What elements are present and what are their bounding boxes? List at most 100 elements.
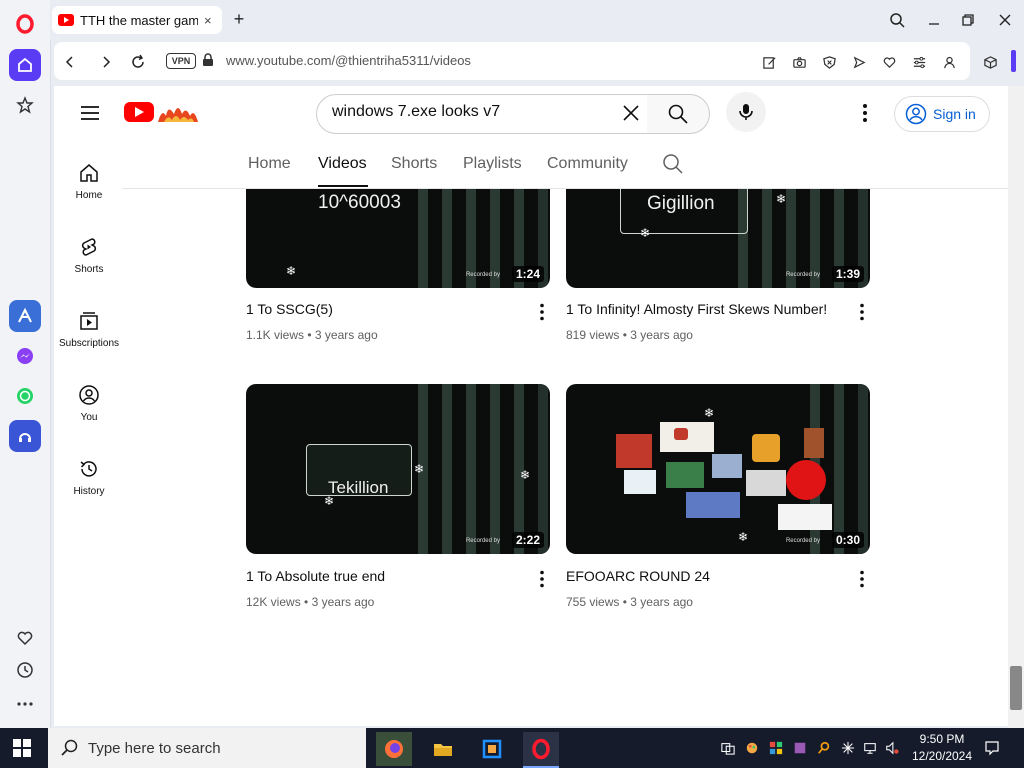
vpn-badge[interactable]: VPN bbox=[166, 53, 196, 69]
aria-ai-icon[interactable] bbox=[9, 300, 41, 332]
scrollbar-thumb[interactable] bbox=[1010, 666, 1022, 710]
video-title[interactable]: EFOOARC ROUND 24 bbox=[566, 568, 710, 584]
tab-home[interactable]: Home bbox=[248, 155, 291, 173]
search-button[interactable] bbox=[647, 94, 710, 134]
browser-tab[interactable]: TTH the master gamer × bbox=[52, 6, 222, 34]
snowflake-icon: ❄ bbox=[704, 406, 715, 420]
guide-label: You bbox=[80, 412, 98, 423]
video-title[interactable]: 1 To Infinity! Almosty First Skews Numbe… bbox=[566, 301, 827, 317]
easy-setup-icon[interactable] bbox=[909, 52, 929, 72]
tab-shorts[interactable]: Shorts bbox=[391, 155, 437, 173]
extensions-cube-icon[interactable] bbox=[980, 52, 1000, 72]
guide-label: Shorts bbox=[74, 264, 104, 275]
volume-muted-tray-icon[interactable] bbox=[884, 740, 900, 756]
subscriptions-icon bbox=[80, 312, 98, 330]
camera-snapshot-icon[interactable] bbox=[789, 52, 809, 72]
guide-item-home[interactable]: Home bbox=[56, 162, 122, 201]
account-circle-icon bbox=[905, 103, 927, 125]
taskbar-clock[interactable]: 9:50 PM 12/20/2024 bbox=[910, 731, 974, 765]
recorded-by-text: Recorded by bbox=[785, 272, 820, 278]
network-tray-icon[interactable] bbox=[862, 740, 878, 756]
youtube-logo-icon[interactable] bbox=[124, 102, 154, 122]
video-duration: 1:24 bbox=[511, 266, 544, 282]
sidebar-accent bbox=[1011, 50, 1016, 72]
channel-search-icon[interactable] bbox=[662, 153, 684, 175]
paint-tray-icon[interactable] bbox=[744, 740, 760, 756]
video-action-menu-button[interactable] bbox=[532, 302, 552, 322]
guide-item-subscriptions[interactable]: Subscriptions bbox=[56, 310, 122, 349]
app-grid-tray-icon[interactable] bbox=[768, 740, 784, 756]
video-action-menu-button[interactable] bbox=[852, 302, 872, 322]
music-player-icon[interactable] bbox=[9, 420, 41, 452]
search-input[interactable]: windows 7.exe looks v7 bbox=[332, 103, 500, 121]
video-meta: 1.1K views • 3 years ago bbox=[246, 328, 378, 342]
bookmark-heart-icon[interactable] bbox=[879, 52, 899, 72]
task-view-tray-icon[interactable] bbox=[720, 740, 736, 756]
new-tab-button[interactable]: + bbox=[230, 8, 248, 30]
tab-community[interactable]: Community bbox=[547, 155, 628, 173]
clear-search-icon[interactable] bbox=[618, 100, 644, 126]
doodle-flames-icon[interactable] bbox=[156, 98, 200, 124]
video-card-2[interactable]: Gigillion Recorded by 1:39 bbox=[566, 189, 870, 288]
taskbar-search-placeholder: Type here to search bbox=[88, 739, 221, 757]
clock-time: 9:50 PM bbox=[919, 732, 965, 746]
minimize-button[interactable] bbox=[922, 8, 946, 32]
file-explorer-taskbar-icon[interactable] bbox=[425, 732, 461, 766]
guide-item-you[interactable]: You bbox=[56, 384, 122, 423]
heart-icon[interactable] bbox=[9, 622, 41, 654]
whatsapp-icon[interactable] bbox=[9, 380, 41, 412]
close-window-button[interactable] bbox=[993, 8, 1017, 32]
snowflake-icon: ❄ bbox=[776, 192, 787, 206]
edit-page-icon[interactable] bbox=[759, 52, 779, 72]
video-age: 3 years ago bbox=[311, 595, 375, 609]
virtualbox-taskbar-icon[interactable] bbox=[474, 732, 510, 766]
taskbar-search-box[interactable]: Type here to search bbox=[48, 728, 366, 768]
puzzle-tray-icon[interactable] bbox=[792, 740, 808, 756]
search-orange-tray-icon[interactable] bbox=[816, 740, 832, 756]
back-button[interactable] bbox=[60, 52, 80, 72]
meta-separator: • bbox=[622, 595, 627, 609]
video-thumbnail[interactable]: Recorded by 0:30 bbox=[566, 384, 870, 554]
page-scrollbar[interactable] bbox=[1008, 86, 1024, 728]
home-icon bbox=[80, 164, 98, 182]
settings-more-button[interactable] bbox=[852, 100, 878, 126]
guide-item-shorts[interactable]: Shorts bbox=[56, 236, 122, 275]
sign-in-label: Sign in bbox=[933, 106, 976, 122]
video-action-menu-button[interactable] bbox=[532, 569, 552, 589]
vertical-dots-icon bbox=[860, 303, 864, 321]
reload-button[interactable] bbox=[128, 52, 148, 72]
more-options-icon[interactable] bbox=[9, 688, 41, 720]
tab-playlists[interactable]: Playlists bbox=[463, 155, 522, 173]
tab-videos[interactable]: Videos bbox=[318, 155, 367, 173]
forward-button[interactable] bbox=[96, 52, 116, 72]
start-button[interactable] bbox=[12, 738, 32, 758]
home-speed-dial-icon[interactable] bbox=[9, 49, 41, 81]
bookmarks-star-icon[interactable] bbox=[9, 89, 41, 121]
lock-icon[interactable] bbox=[202, 53, 214, 67]
opera-taskbar-icon[interactable] bbox=[523, 732, 559, 768]
video-thumbnail[interactable]: Gigillion Recorded by 1:39 bbox=[566, 189, 870, 288]
voice-search-button[interactable] bbox=[726, 92, 766, 132]
notification-center-icon[interactable] bbox=[984, 740, 1000, 756]
tab-close-button[interactable]: × bbox=[204, 13, 212, 28]
tab-search-icon[interactable] bbox=[885, 8, 909, 32]
video-action-menu-button[interactable] bbox=[852, 569, 872, 589]
menu-icon[interactable] bbox=[78, 101, 102, 125]
opera-logo-icon[interactable] bbox=[9, 8, 41, 40]
url-field[interactable]: www.youtube.com/@thientriha5311/videos bbox=[226, 53, 471, 68]
adblock-shield-icon[interactable] bbox=[819, 52, 839, 72]
video-title[interactable]: 1 To Absolute true end bbox=[246, 568, 385, 584]
profile-icon[interactable] bbox=[939, 52, 959, 72]
active-tab-indicator bbox=[318, 185, 368, 187]
firefox-taskbar-icon[interactable] bbox=[376, 732, 412, 766]
video-thumbnail[interactable]: Tekillion Recorded by 2:22 bbox=[246, 384, 550, 554]
guide-item-history[interactable]: History bbox=[56, 458, 122, 497]
sign-in-button[interactable]: Sign in bbox=[894, 96, 990, 132]
history-clock-icon[interactable] bbox=[9, 654, 41, 686]
restore-button[interactable] bbox=[956, 8, 980, 32]
video-title[interactable]: 1 To SSCG(5) bbox=[246, 301, 333, 317]
shorts-icon bbox=[81, 238, 97, 256]
starburst-tray-icon[interactable] bbox=[840, 740, 856, 756]
send-icon[interactable] bbox=[849, 52, 869, 72]
messenger-icon[interactable] bbox=[9, 340, 41, 372]
